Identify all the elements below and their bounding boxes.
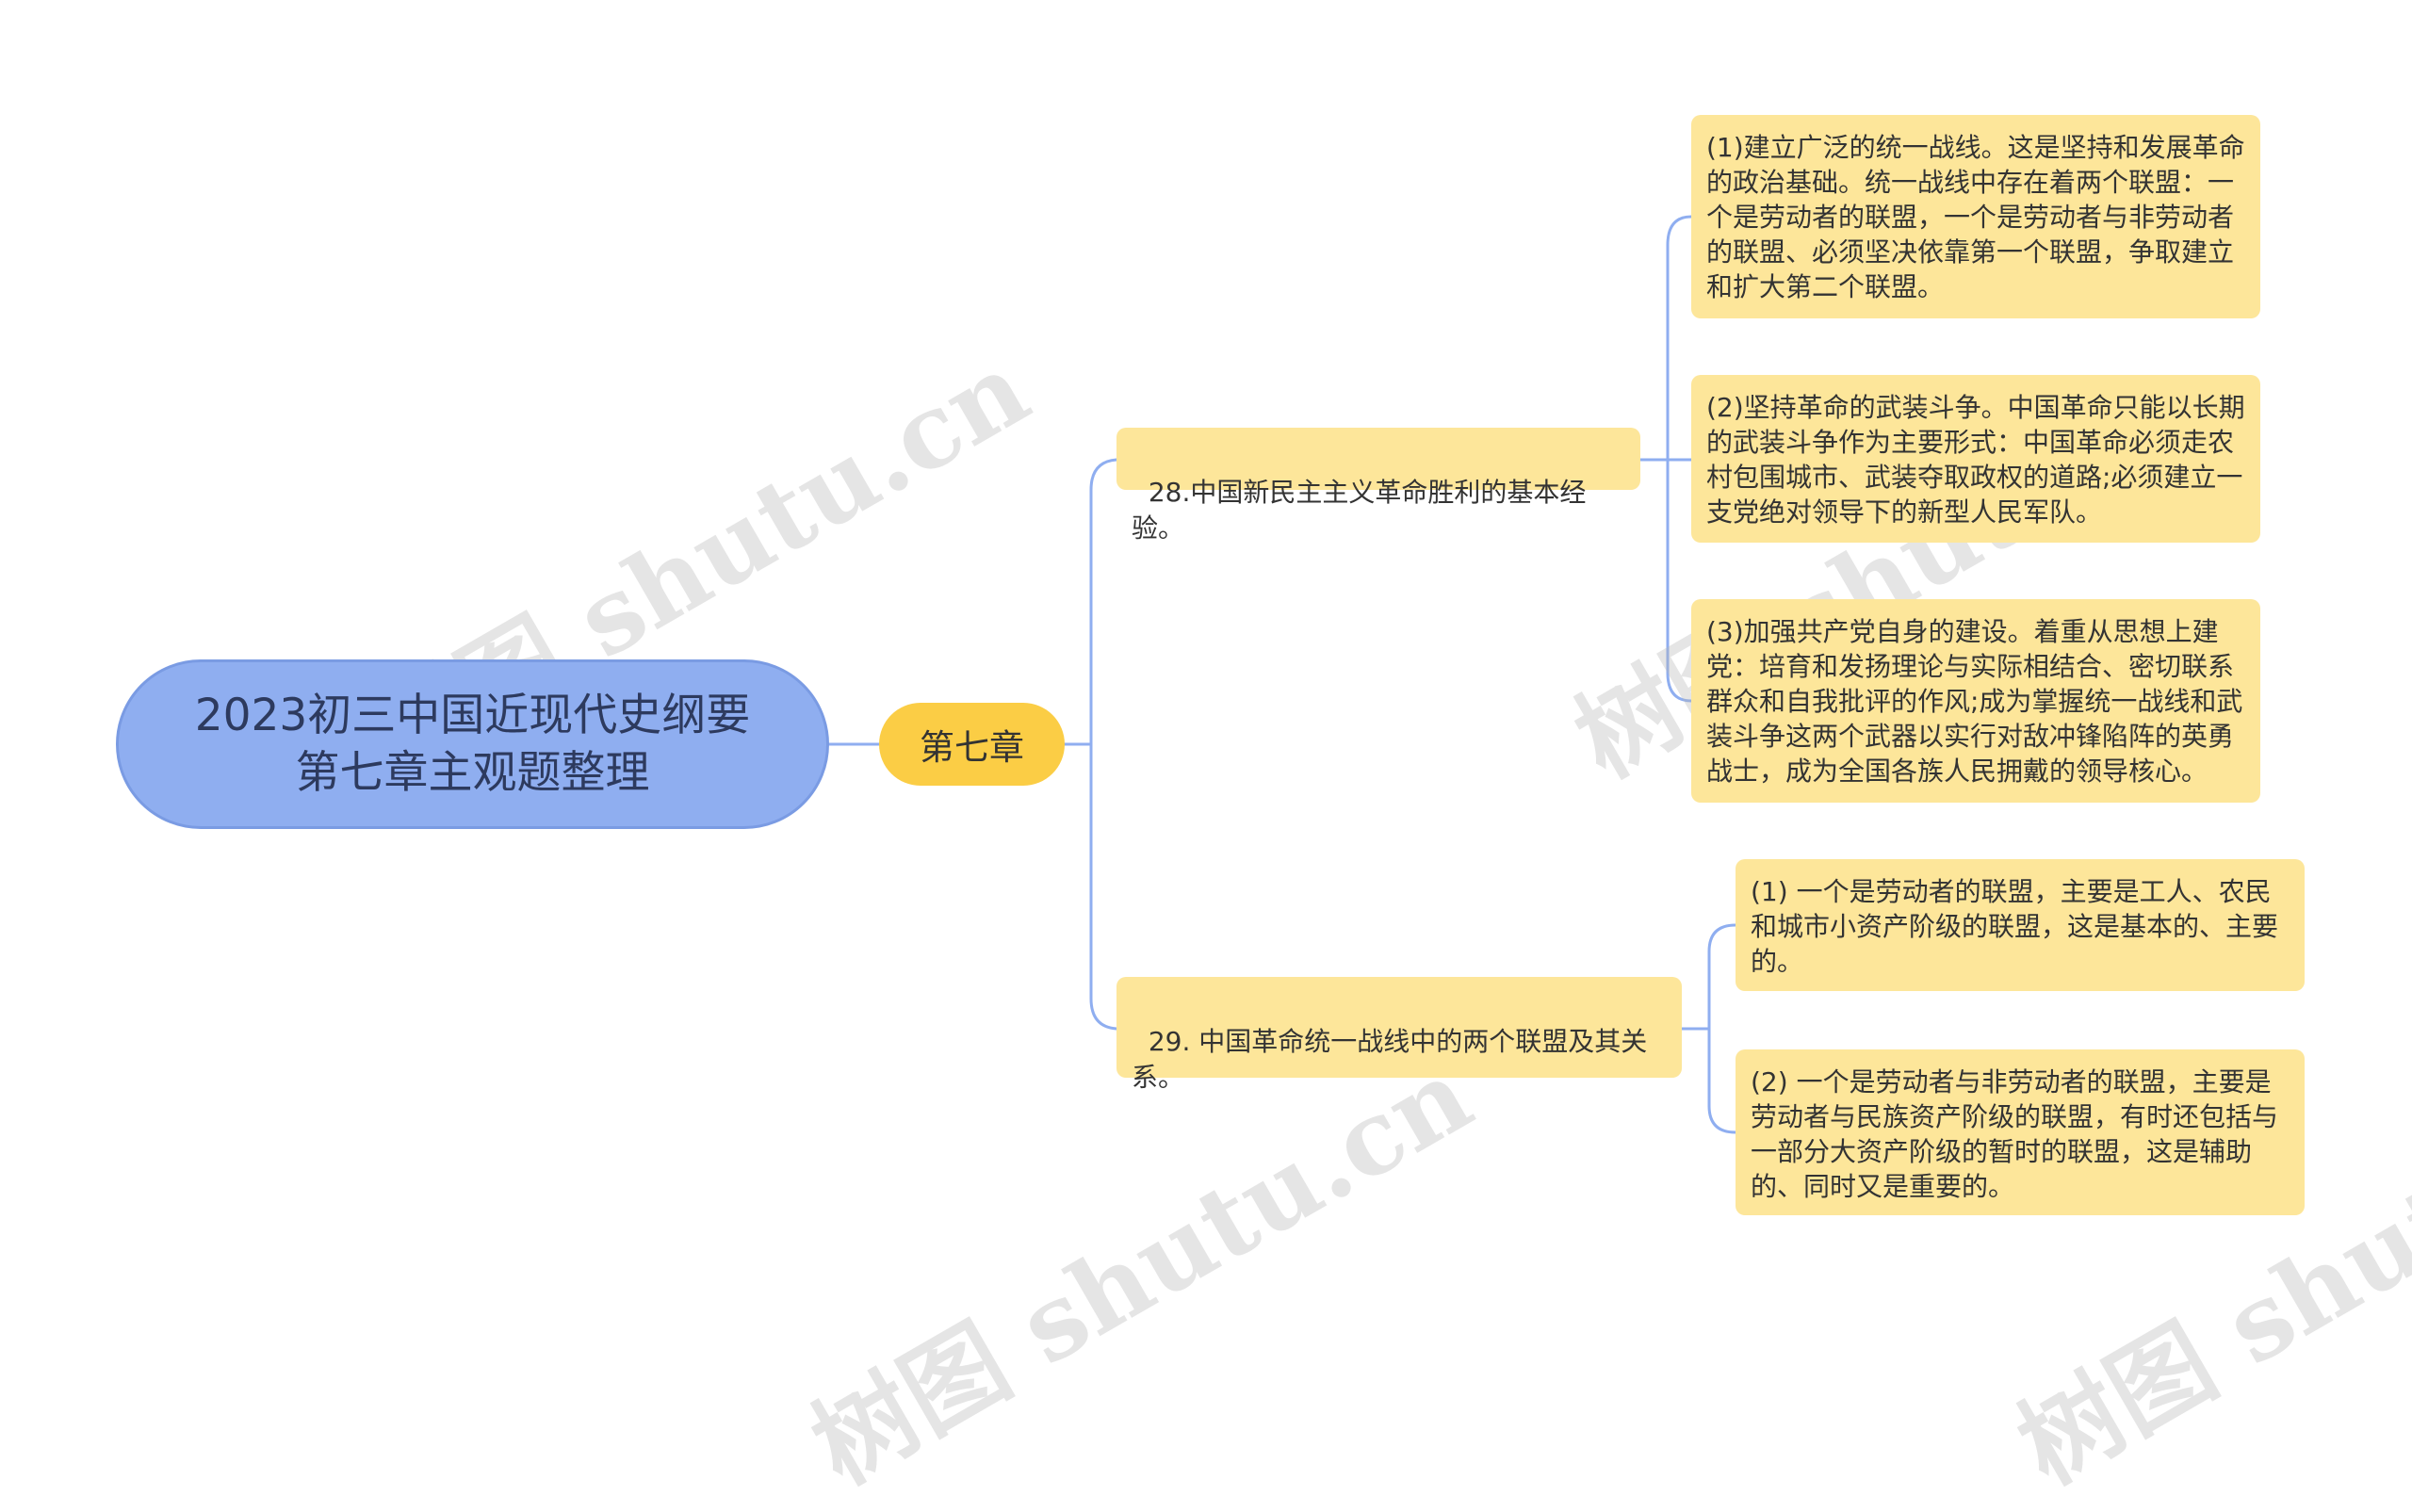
root-title: 2023初三中国近现代史纲要第七章主观题整理 <box>194 689 751 799</box>
leaf-text: (3)加强共产党自身的建设。着重从思想上建党：培育和发扬理论与实际相结合、密切联… <box>1706 616 2243 787</box>
root-node[interactable]: 2023初三中国近现代史纲要第七章主观题整理 <box>116 659 829 829</box>
leaf-node[interactable]: (3)加强共产党自身的建设。着重从思想上建党：培育和发扬理论与实际相结合、密切联… <box>1691 599 2260 803</box>
leaf-node[interactable]: (2)坚持革命的武装斗争。中国革命只能以长期的武装斗争作为主要形式：中国革命必须… <box>1691 375 2260 543</box>
leaf-node[interactable]: (1)建立广泛的统一战线。这是坚持和发展革命的政治基础。统一战线中存在着两个联盟… <box>1691 115 2260 318</box>
topic-node-28[interactable]: 28.中国新民主主义革命胜利的基本经验。 <box>1116 428 1640 544</box>
connector-topic1-leaf-1 <box>1666 215 1693 462</box>
topic-node-29[interactable]: 29. 中国革命统一战线中的两个联盟及其关系。 <box>1116 977 1682 1093</box>
leaf-text: (1) 一个是劳动者的联盟，主要是工人、农民和城市小资产阶级的联盟，这是基本的、… <box>1751 876 2279 977</box>
leaf-node[interactable]: (2) 一个是劳动者与非劳动者的联盟，主要是劳动者与民族资产阶级的联盟，有时还包… <box>1736 1049 2305 1215</box>
branch-label: 第七章 <box>920 727 1024 768</box>
leaf-text: (2) 一个是劳动者与非劳动者的联盟，主要是劳动者与民族资产阶级的联盟，有时还包… <box>1751 1066 2279 1202</box>
connector-topic1-leaf-3 <box>1666 458 1693 703</box>
leaf-text: (1)建立广泛的统一战线。这是坚持和发展革命的政治基础。统一战线中存在着两个联盟… <box>1706 132 2245 302</box>
connector-topic2-leaf-1 <box>1707 923 1737 1031</box>
leaf-text: (2)坚持革命的武装斗争。中国革命只能以长期的武装斗争作为主要形式：中国革命必须… <box>1706 392 2245 528</box>
connector-branch-topic-2 <box>1089 742 1118 1031</box>
branch-node[interactable]: 第七章 <box>879 703 1065 786</box>
leaf-node[interactable]: (1) 一个是劳动者的联盟，主要是工人、农民和城市小资产阶级的联盟，这是基本的、… <box>1736 859 2305 991</box>
connector-topic2-leaf-2 <box>1707 1027 1737 1134</box>
connector-branch-topic-1 <box>1063 458 1118 746</box>
